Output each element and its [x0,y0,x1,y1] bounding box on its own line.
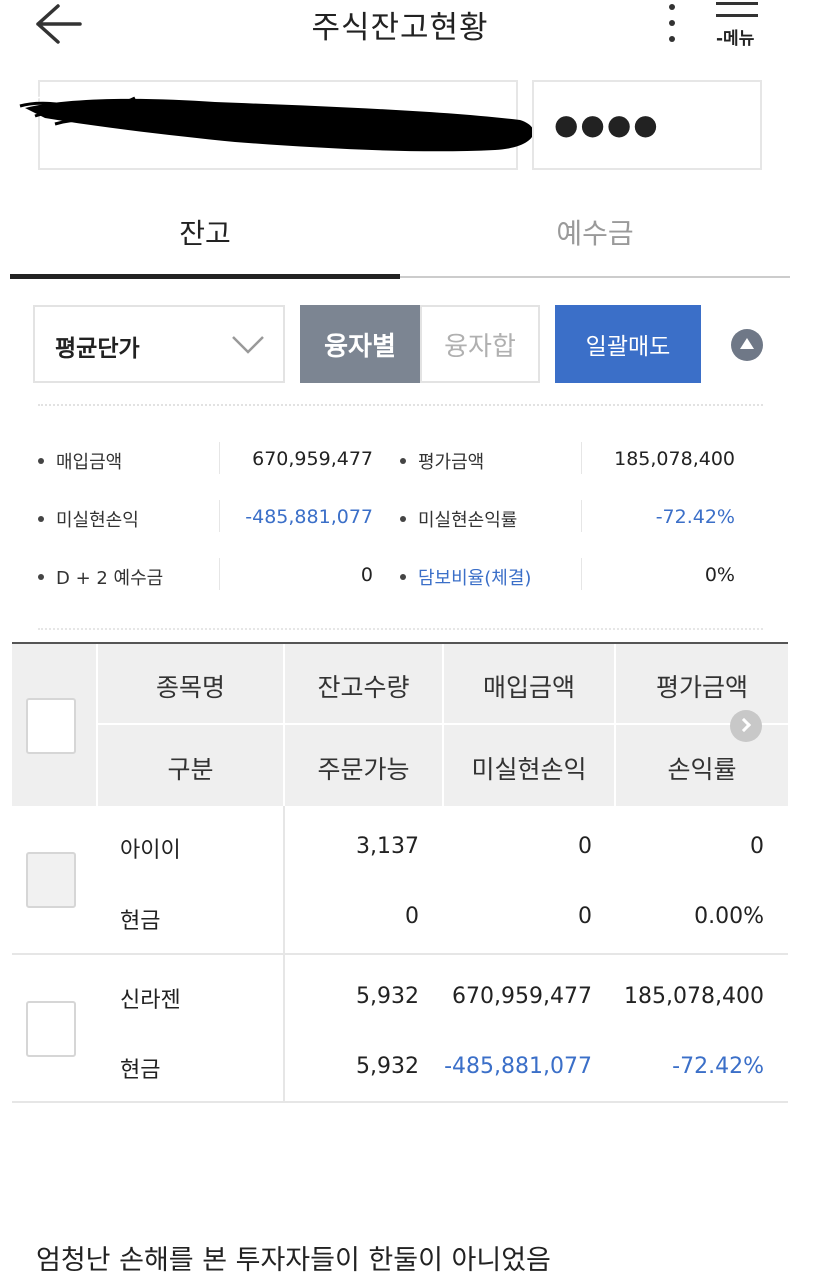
divider [38,628,763,630]
row-eval: 185,078,400 [624,984,764,1009]
password-field[interactable]: ●●●● [532,80,762,170]
row-rate: 0.00% [694,904,764,929]
menu-button[interactable]: -메뉴 [712,0,772,52]
summary-purchase-value: 670,959,477 [252,448,373,470]
redaction-scribble [15,88,535,158]
tab-active-indicator [10,274,400,279]
divider [38,404,763,406]
row-pl: 0 [578,904,592,929]
more-options-icon[interactable] [662,4,682,48]
password-mask: ●●●● [554,108,660,141]
header-stock-name: 종목명 [155,673,225,702]
summary-pl-label: 미실현손익 [38,506,139,536]
hamburger-icon [716,2,758,5]
row-purchase: 670,959,477 [452,984,592,1009]
header-pl-rate: 손익률 [667,755,737,784]
summary-collateral-value: 0% [704,564,735,586]
row-checkbox[interactable] [26,1001,76,1057]
summary-rate-label: 미실현손익률 [400,506,517,536]
header-type: 구분 [167,755,214,784]
summary-pl-value: -485,881,077 [245,506,373,528]
summary-eval-value: 185,078,400 [614,448,735,470]
header-balance-qty: 잔고수량 [317,673,410,702]
row-qty: 5,932 [356,984,419,1009]
header-purchase-amount: 매입금액 [482,673,575,702]
row-orderable: 5,932 [356,1054,419,1079]
summary-purchase-label: 매입금액 [38,448,122,478]
header-orderable: 주문가능 [317,755,410,784]
row-pl: -485,881,077 [444,1054,592,1079]
summary-eval-label: 평가금액 [400,448,484,478]
tab-balance[interactable]: 잔고 [10,212,400,264]
row-rate: -72.42% [672,1054,764,1079]
select-value: 평균단가 [55,336,140,362]
segment-by-loan[interactable]: 융자별 [300,305,420,383]
row-type: 현금 [120,1058,161,1083]
chevron-down-icon [232,336,264,354]
caption-text: 엄청난 손해를 본 투자자들이 한둘이 아니었음 [36,1245,551,1276]
row-eval: 0 [750,834,764,859]
chevron-right-icon[interactable] [730,710,762,742]
row-qty: 3,137 [356,834,419,859]
summary-rate-value: -72.42% [655,506,735,528]
summary-collateral-label[interactable]: 담보비율(체결) [400,564,531,594]
row-checkbox[interactable] [26,852,76,908]
collapse-up-icon[interactable] [731,329,763,361]
bulk-sell-button[interactable]: 일괄매도 [555,305,701,383]
segment-loan-sum[interactable]: 융자합 [420,305,540,383]
header-eval-amount: 평가금액 [655,673,748,702]
row-orderable: 0 [405,904,419,929]
menu-label: -메뉴 [716,29,755,49]
summary-d2-label: D + 2 예수금 [38,564,163,594]
row-stock-name[interactable]: 아이이 [120,832,181,864]
row-stock-name[interactable]: 신라젠 [120,982,181,1014]
tab-deposit[interactable]: 예수금 [400,212,790,264]
row-type: 현금 [120,909,161,934]
price-basis-select[interactable]: 평균단가 [33,305,285,383]
select-all-checkbox[interactable] [26,698,76,754]
row-purchase: 0 [578,834,592,859]
header-unrealized-pl: 미실현손익 [471,755,587,784]
summary-d2-value: 0 [360,564,373,586]
